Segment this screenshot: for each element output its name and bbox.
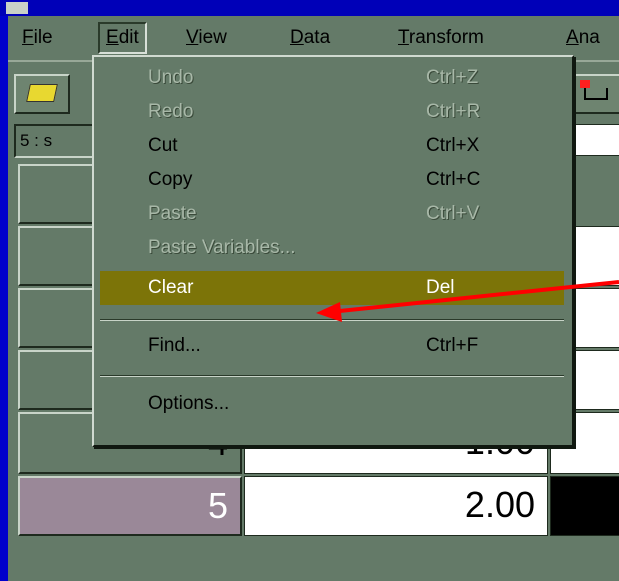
menu-edit-label: E [106,27,119,48]
menu-transform-label: T [398,27,409,48]
menu-item-find[interactable]: Find... Ctrl+F [100,329,564,363]
find-shortcut: Ctrl+F [426,335,479,356]
cut-label: Cut [148,135,178,156]
menu-view-label: V [186,27,199,48]
menu-analyze-label: A [566,27,579,48]
menu-analyze[interactable]: Ana [560,22,606,54]
insert-variable-button[interactable] [574,74,619,114]
menu-item-copy[interactable]: Copy Ctrl+C [100,163,564,197]
find-label: Find... [148,335,201,356]
title-bar [0,0,619,16]
menu-item-redo[interactable]: Redo Ctrl+R [100,95,564,129]
redo-label: Redo [148,101,194,122]
menu-file-label: F [22,27,34,48]
cut-shortcut: Ctrl+X [426,135,480,156]
clear-shortcut: Del [426,277,455,298]
menu-view[interactable]: View [180,22,233,54]
desktop-frame: File Edit View Data Transform Ana 5: s … [0,0,619,581]
menu-edit-rest: dit [118,27,139,48]
undo-shortcut: Ctrl+Z [426,67,479,88]
options-label: Options... [148,393,230,414]
menu-analyze-rest: na [578,27,600,48]
menu-data-rest: ata [303,27,331,48]
menu-edit[interactable]: Edit [98,22,147,54]
menu-data-label: D [290,27,304,48]
menu-file[interactable]: File [16,22,59,54]
row-header-5[interactable]: 5 [18,476,242,536]
open-file-button[interactable] [14,74,70,114]
menu-item-clear[interactable]: Clear Del [100,271,564,305]
folder-open-icon [26,84,58,102]
menu-item-cut[interactable]: Cut Ctrl+X [100,129,564,163]
insert-variable-glyph [584,88,608,100]
insert-variable-icon [580,80,590,88]
menu-item-paste[interactable]: Paste Ctrl+V [100,197,564,231]
menu-file-rest: ile [33,27,53,48]
clear-label: Clear [148,277,194,298]
menu-item-undo[interactable]: Undo Ctrl+Z [100,61,564,95]
menu-bar: File Edit View Data Transform Ana [8,16,619,60]
menu-separator [100,375,564,377]
menu-separator [100,319,564,321]
copy-shortcut: Ctrl+C [426,169,481,190]
paste-shortcut: Ctrl+V [426,203,480,224]
copy-label: Copy [148,169,193,190]
cell-editor[interactable] [568,124,619,156]
menu-transform-rest: ransform [408,27,484,48]
menu-view-rest: iew [198,27,227,48]
menu-data[interactable]: Data [284,22,336,54]
app-icon [6,2,28,14]
edit-menu-dropdown: Undo Ctrl+Z Redo Ctrl+R Cut Ctrl+X Copy … [92,55,574,447]
redo-shortcut: Ctrl+R [426,101,481,122]
paste-label: Paste [148,203,197,224]
menu-item-options[interactable]: Options... [100,387,564,421]
cell-row5-var2[interactable] [550,476,619,536]
menu-item-paste-variables[interactable]: Paste Variables... [100,231,564,265]
cell-row5-var1[interactable]: 2.00 [244,476,548,536]
menu-transform[interactable]: Transform [392,22,490,54]
paste-variables-label: Paste Variables... [148,237,296,258]
undo-label: Undo [148,67,194,88]
